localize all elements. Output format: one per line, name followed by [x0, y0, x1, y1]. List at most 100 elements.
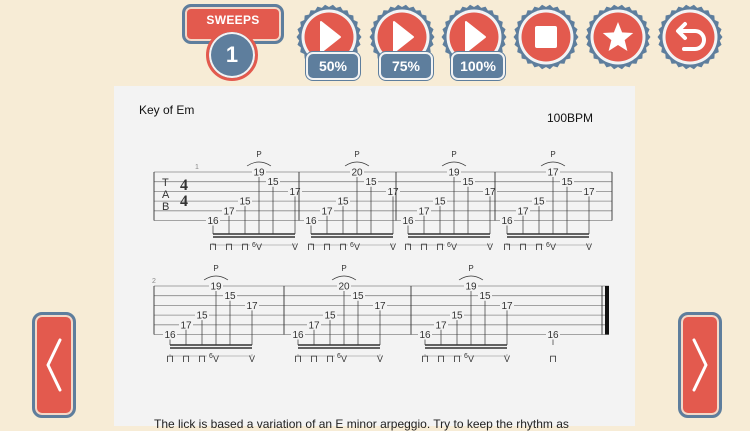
measure-number: 1 [195, 164, 199, 171]
downstroke-mark: ⊓ [453, 354, 461, 365]
chevron-left-icon [46, 338, 62, 392]
downstroke-mark: ⊓ [503, 242, 511, 253]
tab-note: 17 [308, 320, 320, 331]
tab-note: 15 [365, 177, 377, 188]
tab-note: 15 [462, 177, 474, 188]
tab-note: 15 [239, 197, 251, 208]
upstroke-mark: V [256, 242, 262, 252]
downstroke-mark: ⊓ [420, 242, 428, 253]
downstroke-mark: ⊓ [404, 242, 412, 253]
upstroke-mark: V [451, 242, 457, 252]
tab-note: 16 [402, 216, 414, 227]
tab-note: 17 [387, 187, 399, 198]
tab-note: 15 [224, 291, 236, 302]
tab-note: 15 [267, 177, 279, 188]
tab-note: 15 [196, 311, 208, 322]
tab-note: 16 [207, 216, 219, 227]
tab-note: 16 [305, 216, 317, 227]
pull-off-mark: P [468, 264, 473, 273]
tab-clef-t: T [162, 177, 169, 189]
previous-page-button[interactable] [32, 312, 76, 418]
tab-note: 16 [292, 330, 304, 341]
tab-note: 15 [451, 311, 463, 322]
tab-note: 17 [547, 168, 559, 179]
measure-number: 2 [152, 278, 156, 285]
lesson-badge[interactable]: SWEEPS 1 [182, 4, 284, 81]
back-button[interactable] [657, 4, 723, 70]
tab-note: 16 [419, 330, 431, 341]
tab-note: 17 [418, 206, 430, 217]
pull-off-arc [246, 161, 272, 167]
lesson-number-circle: 1 [206, 29, 258, 81]
upstroke-mark: V [550, 242, 556, 252]
upstroke-mark: V [504, 354, 510, 364]
speed-100-label: 100% [451, 52, 505, 80]
upstroke-mark: V [354, 242, 360, 252]
pull-off-arc [540, 161, 566, 167]
final-bar-thick [605, 286, 609, 335]
tab-note: 20 [338, 282, 350, 293]
pull-off-arc [331, 275, 357, 281]
downstroke-mark: ⊓ [310, 354, 318, 365]
downstroke-mark: ⊓ [307, 242, 315, 253]
pull-off-mark: P [256, 150, 261, 159]
stop-glyph [535, 26, 557, 48]
tab-note: 15 [561, 177, 573, 188]
pull-off-arc [203, 275, 229, 281]
tab-note: 16 [164, 330, 176, 341]
tab-note: 19 [465, 282, 477, 293]
stop-button[interactable] [513, 4, 579, 70]
downstroke-mark: ⊓ [421, 354, 429, 365]
tab-note: 19 [253, 168, 265, 179]
downstroke-mark: ⊓ [339, 242, 347, 253]
tab-note: 15 [324, 311, 336, 322]
pull-off-mark: P [213, 264, 218, 273]
downstroke-mark: ⊓ [225, 242, 233, 253]
tab-note: 19 [210, 282, 222, 293]
upstroke-mark: V [390, 242, 396, 252]
star-icon [585, 4, 651, 70]
tab-note: 15 [479, 291, 491, 302]
tab-clef-b: B [162, 201, 169, 213]
speed-75-label: 75% [379, 52, 433, 80]
upstroke-mark: V [249, 354, 255, 364]
pull-off-mark: P [354, 150, 359, 159]
next-page-button[interactable] [678, 312, 722, 418]
tab-note: 20 [351, 168, 363, 179]
downstroke-mark: ⊓ [519, 242, 527, 253]
downstroke-mark: ⊓ [323, 242, 331, 253]
downstroke-mark: ⊓ [437, 354, 445, 365]
upstroke-mark: V [341, 354, 347, 364]
tab-note: 15 [533, 197, 545, 208]
tab-note: 15 [434, 197, 446, 208]
speed-50-label: 50% [306, 52, 360, 80]
tab-note: 17 [583, 187, 595, 198]
downstroke-mark: ⊓ [182, 354, 190, 365]
pull-off-mark: P [341, 264, 346, 273]
tab-note: 17 [435, 320, 447, 331]
favorite-button[interactable] [585, 4, 651, 70]
downstroke-mark: ⊓ [436, 242, 444, 253]
pull-off-arc [458, 275, 484, 281]
undo-icon [657, 4, 723, 70]
tablature: TAB4411617151915176P⊓ ⊓ ⊓ V V1617152015176P⊓… [152, 150, 613, 365]
pull-off-arc [344, 161, 370, 167]
downstroke-mark: ⊓ [294, 354, 302, 365]
tab-note: 15 [337, 197, 349, 208]
tab-note: 15 [352, 291, 364, 302]
gear-face [665, 12, 715, 62]
time-signature-bottom: 4 [180, 193, 188, 210]
downstroke-mark: ⊓ [166, 354, 174, 365]
downstroke-mark: ⊓ [198, 354, 206, 365]
pull-off-arc [441, 161, 467, 167]
tab-note: 17 [517, 206, 529, 217]
tab-note: 17 [246, 301, 258, 312]
tab-sheet: Key of Em 100BPM T A B 4 4 1 16 17 15 19 15 17 6 P ⊓ ⊓ ⊓… [114, 86, 635, 431]
upstroke-mark: V [213, 354, 219, 364]
downstroke-mark: ⊓ [326, 354, 334, 365]
pull-off-mark: P [451, 150, 456, 159]
tab-note: 17 [223, 206, 235, 217]
upstroke-mark: V [586, 242, 592, 252]
tab-note: 17 [501, 301, 513, 312]
tab-note: 17 [180, 320, 192, 331]
